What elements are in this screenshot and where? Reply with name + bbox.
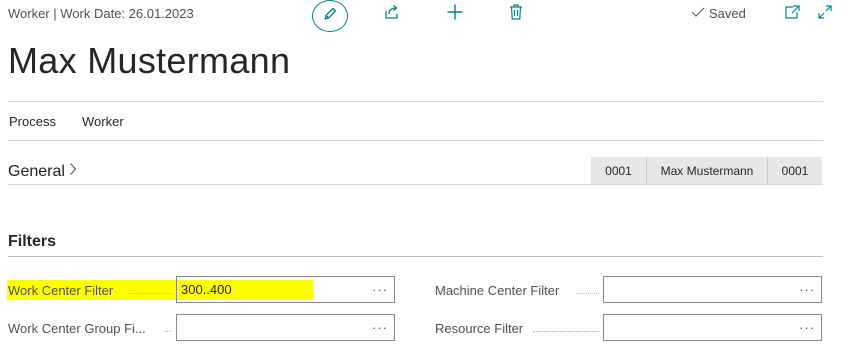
expand-icon: [817, 4, 833, 25]
resource-filter-value: [604, 315, 793, 340]
general-section-header[interactable]: General: [8, 162, 77, 181]
edit-icon: [322, 6, 338, 27]
work-center-filter-input[interactable]: 300..400 ···: [176, 276, 395, 303]
label-leader: [164, 329, 172, 332]
add-icon: [446, 3, 464, 26]
machine-center-filter-label: Machine Center Filter: [435, 283, 560, 298]
divider: [8, 101, 823, 102]
checkmark-icon: [690, 6, 706, 21]
lookup-button[interactable]: ···: [366, 320, 394, 335]
breadcrumb: Worker | Work Date: 26.01.2023: [8, 6, 194, 21]
divider: [8, 256, 823, 257]
summary-code: 0001: [768, 157, 822, 184]
delete-icon: [508, 3, 524, 26]
share-button[interactable]: [382, 4, 402, 24]
saved-status: Saved: [690, 6, 746, 21]
label-leader: [577, 291, 599, 294]
work-center-filter-label: Work Center Filter: [8, 283, 114, 298]
add-button[interactable]: [445, 4, 465, 24]
saved-label: Saved: [709, 6, 746, 21]
machine-center-filter-value: [604, 277, 793, 302]
share-icon: [383, 3, 401, 26]
open-new-window-button[interactable]: [782, 4, 802, 24]
general-label: General: [8, 162, 65, 180]
page-title: Max Mustermann: [8, 40, 291, 81]
chevron-right-icon: [69, 162, 77, 181]
menu-item-worker[interactable]: Worker: [82, 114, 124, 129]
filters-section-title: Filters: [8, 233, 57, 250]
divider: [8, 140, 823, 141]
resource-filter-input[interactable]: ···: [603, 314, 822, 341]
edit-button[interactable]: [312, 0, 348, 32]
general-summary: 0001 Max Mustermann 0001: [591, 157, 822, 184]
work-center-group-filter-input[interactable]: ···: [176, 314, 395, 341]
label-leader: [128, 291, 172, 294]
work-center-group-filter-label: Work Center Group Fi...: [8, 321, 146, 336]
menu-item-process[interactable]: Process: [9, 114, 56, 129]
machine-center-filter-input[interactable]: ···: [603, 276, 822, 303]
lookup-button[interactable]: ···: [793, 320, 821, 335]
work-center-group-filter-value: [177, 315, 366, 340]
expand-button[interactable]: [815, 4, 835, 24]
summary-number: 0001: [591, 157, 647, 184]
summary-name: Max Mustermann: [647, 157, 768, 184]
lookup-button[interactable]: ···: [366, 282, 394, 297]
delete-button[interactable]: [506, 3, 526, 26]
open-new-window-icon: [784, 4, 800, 24]
work-center-filter-value: 300..400: [181, 282, 232, 297]
resource-filter-label: Resource Filter: [435, 321, 524, 336]
label-leader: [533, 329, 599, 332]
divider: [8, 184, 823, 185]
lookup-button[interactable]: ···: [793, 282, 821, 297]
